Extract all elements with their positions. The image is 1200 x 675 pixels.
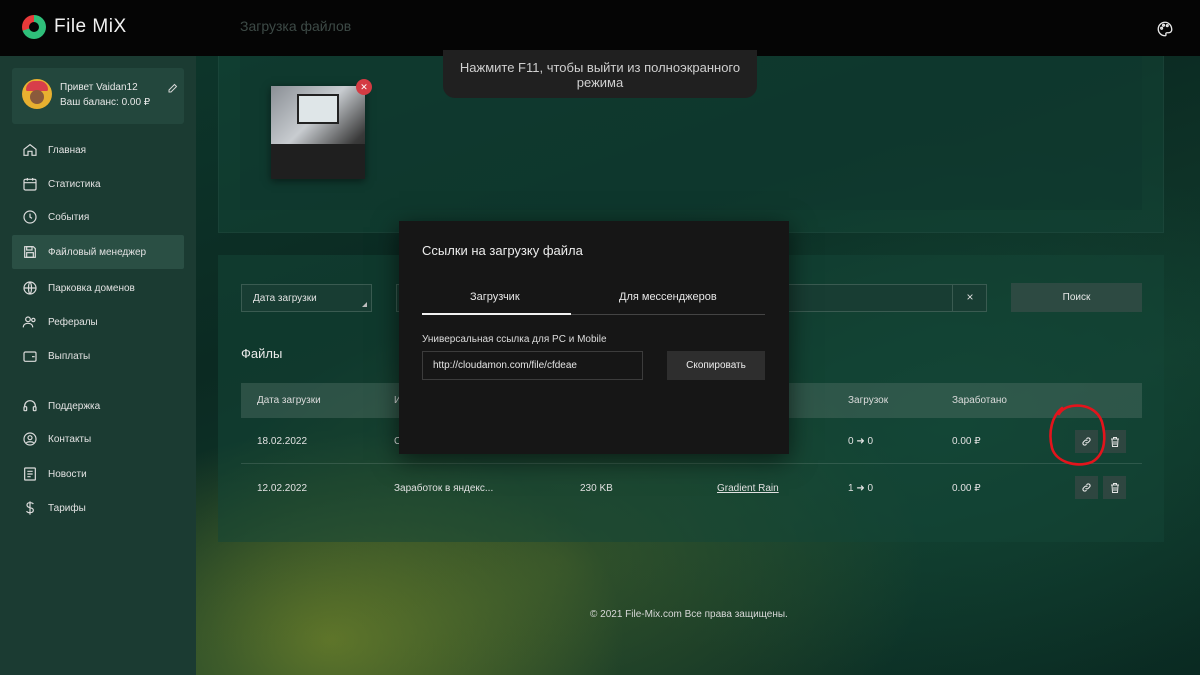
- sidebar-item-news[interactable]: Новости: [12, 457, 184, 491]
- chevron-down-icon: [362, 302, 367, 307]
- user-greeting: Привет Vaidan12: [60, 82, 138, 93]
- sidebar-item-label: Поддержка: [48, 400, 101, 412]
- sidebar-item-statistics[interactable]: Статистика: [12, 167, 184, 201]
- sidebar-item-referrals[interactable]: Рефералы: [12, 305, 184, 339]
- trash-icon: [1110, 482, 1119, 493]
- home-icon: [23, 143, 37, 156]
- app-logo[interactable]: File MiX: [22, 15, 127, 39]
- user-card: Привет Vaidan12 Ваш баланс: 0.00 ₽: [12, 68, 184, 124]
- sidebar-item-payouts[interactable]: Выплаты: [12, 339, 184, 373]
- sidebar-item-label: Тарифы: [48, 502, 86, 514]
- fullscreen-hint: Нажмите F11, чтобы выйти из полноэкранно…: [443, 50, 757, 98]
- remove-file-button[interactable]: ✕: [356, 79, 372, 95]
- sidebar-item-file-manager[interactable]: Файловый менеджер: [12, 235, 184, 269]
- users-icon: [22, 316, 36, 328]
- column-header-date[interactable]: Дата загрузки: [257, 395, 321, 406]
- row-2-name[interactable]: Заработок в яндекс...: [394, 483, 493, 494]
- sidebar-item-support[interactable]: Поддержка: [12, 389, 184, 423]
- footer-copyright: © 2021 File-Mix.com Все права защищены.: [590, 609, 788, 620]
- user-balance: Ваш баланс: 0.00 ₽: [60, 97, 151, 108]
- search-button[interactable]: Поиск: [1011, 283, 1142, 312]
- row-2-delete-button[interactable]: [1103, 476, 1126, 499]
- tab-active-indicator: [422, 313, 571, 315]
- contact-icon: [23, 432, 37, 446]
- page-title: Загрузка файлов: [240, 18, 352, 34]
- avatar[interactable]: [22, 79, 52, 109]
- copy-button[interactable]: Скопировать: [667, 351, 765, 380]
- news-icon: [24, 467, 36, 481]
- date-filter-select[interactable]: Дата загрузки: [241, 284, 372, 312]
- download-links-modal: Ссылки на загрузку файла Загрузчик Для м…: [399, 221, 789, 454]
- row-1-earned: 0.00 ₽: [952, 436, 981, 447]
- calendar-icon: [23, 178, 37, 191]
- top-bar: File MiX Загрузка файлов: [0, 0, 1200, 56]
- row-2-downloads: 1 ➜ 0: [848, 483, 874, 494]
- headset-icon: [23, 400, 37, 412]
- history-icon: [23, 210, 37, 224]
- tab-messengers[interactable]: Для мессенджеров: [619, 291, 717, 303]
- sidebar-item-label: Контакты: [48, 433, 92, 445]
- wallet-icon: [23, 351, 37, 362]
- clear-search-button[interactable]: ×: [952, 284, 987, 312]
- logo-icon: [22, 15, 46, 39]
- universal-link-label: Универсальная ссылка для PC и Mobile: [422, 334, 607, 345]
- row-2-size: 230 KB: [580, 483, 613, 494]
- sidebar-item-home[interactable]: Главная: [12, 133, 184, 167]
- row-2-folder-link[interactable]: Gradient Rain: [717, 483, 779, 494]
- tab-loader[interactable]: Загрузчик: [470, 291, 520, 303]
- sidebar-item-label: Главная: [48, 144, 87, 156]
- red-annotation-circle: [1049, 404, 1106, 466]
- sidebar-item-events[interactable]: События: [12, 200, 184, 234]
- row-divider: [241, 463, 1142, 464]
- globe-icon: [23, 281, 37, 295]
- row-1-date: 18.02.2022: [257, 436, 308, 447]
- files-title: Файлы: [241, 346, 283, 361]
- sidebar-item-label: Статистика: [48, 178, 101, 190]
- column-header-downloads[interactable]: Загрузок: [848, 395, 888, 406]
- row-2-link-button[interactable]: [1075, 476, 1098, 499]
- sidebar-item-label: Парковка доменов: [48, 282, 135, 294]
- edit-icon[interactable]: [167, 82, 179, 94]
- trash-icon: [1110, 436, 1119, 447]
- dollar-icon: [26, 501, 34, 515]
- row-2-earned: 0.00 ₽: [952, 483, 981, 494]
- save-icon: [24, 246, 36, 258]
- download-url-field[interactable]: http://cloudamon.com/file/cfdeae: [422, 351, 643, 380]
- sidebar-item-label: Новости: [48, 468, 87, 480]
- sidebar-item-tariffs[interactable]: Тарифы: [12, 491, 184, 525]
- sidebar-item-label: События: [48, 211, 90, 223]
- row-2-date: 12.02.2022: [257, 483, 308, 494]
- modal-title: Ссылки на загрузку файла: [422, 243, 583, 258]
- row-1-downloads: 0 ➜ 0: [848, 436, 874, 447]
- palette-icon[interactable]: [1156, 20, 1174, 38]
- sidebar-item-label: Рефералы: [48, 316, 98, 328]
- link-icon: [1082, 483, 1091, 492]
- sidebar-item-domain-parking[interactable]: Парковка доменов: [12, 271, 184, 305]
- sidebar-item-contacts[interactable]: Контакты: [12, 422, 184, 456]
- app-name: File MiX: [54, 16, 127, 37]
- uploaded-file-thumbnail: [271, 86, 365, 179]
- sidebar-item-label: Файловый менеджер: [48, 246, 147, 258]
- sidebar-item-label: Выплаты: [48, 350, 91, 362]
- column-header-earned[interactable]: Заработано: [952, 395, 1007, 406]
